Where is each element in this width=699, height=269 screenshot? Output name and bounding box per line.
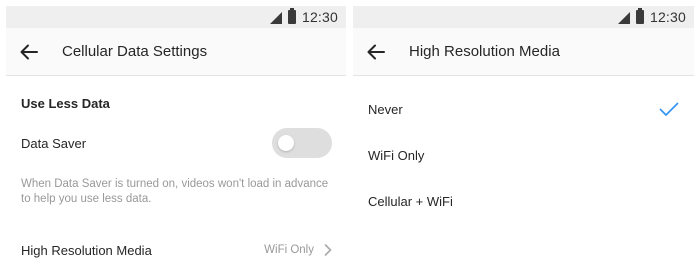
media-options-list: Never WiFi Only Cellular + WiFi: [353, 76, 694, 224]
back-arrow-icon: [367, 44, 385, 59]
chevron-right-icon: [324, 244, 332, 256]
toggle-knob: [278, 135, 294, 151]
cellular-data-settings-screen: 12:30 Cellular Data Settings Use Less Da…: [6, 6, 346, 269]
high-resolution-media-value-group: WiFi Only: [264, 244, 332, 256]
battery-icon: [635, 8, 644, 24]
page-title: High Resolution Media: [409, 43, 560, 60]
battery-icon: [287, 8, 296, 24]
option-label: Never: [368, 101, 403, 117]
data-saver-description: When Data Saver is turned on, videos won…: [21, 178, 329, 205]
status-bar: 12:30: [6, 6, 346, 28]
high-resolution-media-screen: 12:30 High Resolution Media Never WiFi O…: [353, 6, 694, 269]
high-resolution-media-label: High Resolution Media: [21, 242, 152, 258]
high-resolution-media-value: WiFi Only: [264, 244, 314, 256]
option-label: WiFi Only: [368, 147, 425, 163]
option-label: Cellular + WiFi: [368, 193, 453, 209]
checkmark-icon: [659, 102, 679, 116]
signal-icon: [617, 11, 630, 24]
back-button[interactable]: [6, 28, 52, 76]
high-resolution-media-row[interactable]: High Resolution Media WiFi Only: [6, 225, 346, 269]
data-saver-toggle[interactable]: [272, 128, 332, 158]
status-bar: 12:30: [353, 6, 694, 28]
page-title: Cellular Data Settings: [62, 43, 208, 60]
status-time: 12:30: [649, 9, 686, 25]
option-wifi-only[interactable]: WiFi Only: [353, 132, 694, 178]
section-header: Use Less Data: [21, 96, 110, 111]
screens: 12:30 Cellular Data Settings Use Less Da…: [0, 0, 699, 269]
option-cellular-wifi[interactable]: Cellular + WiFi: [353, 178, 694, 224]
option-never[interactable]: Never: [353, 86, 694, 132]
app-bar: High Resolution Media: [353, 28, 694, 76]
app-bar: Cellular Data Settings: [6, 28, 346, 76]
back-button[interactable]: [353, 28, 399, 76]
data-saver-row: Data Saver: [6, 119, 346, 167]
data-saver-label: Data Saver: [21, 135, 87, 151]
status-time: 12:30: [301, 9, 338, 25]
signal-icon: [269, 11, 282, 24]
back-arrow-icon: [20, 44, 38, 59]
